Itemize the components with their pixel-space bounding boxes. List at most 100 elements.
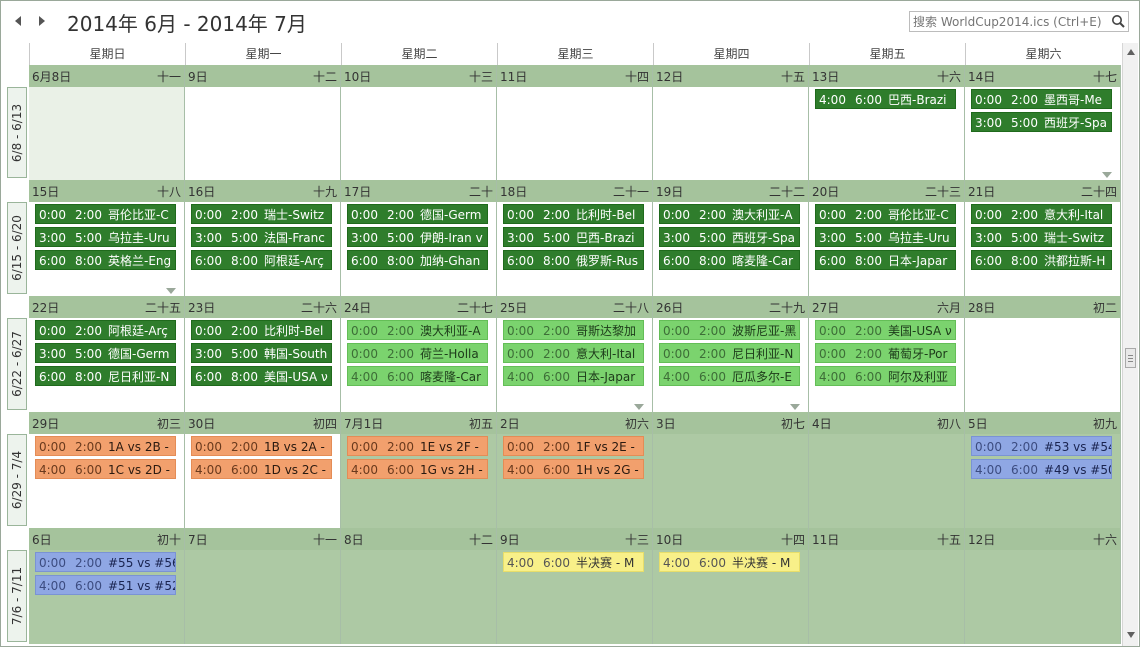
- day-header[interactable]: 19日 二十二: [653, 180, 808, 202]
- day-cell[interactable]: 11日 十五: [809, 528, 965, 644]
- calendar-event[interactable]: 3:00 5:00 德国-Germ: [35, 343, 176, 363]
- day-cell[interactable]: 21日 二十四 0:00 2:00 意大利-Ital 3:00 5:00 瑞士-Switz 6:…: [965, 180, 1121, 296]
- calendar-event[interactable]: 0:00 2:00 比利时-Bel: [503, 204, 644, 224]
- scroll-down-arrow-icon[interactable]: [1127, 632, 1135, 638]
- day-header[interactable]: 11日 十五: [809, 528, 964, 550]
- calendar-event[interactable]: 4:00 6:00 #51 vs #52: [35, 575, 176, 595]
- calendar-event[interactable]: 6:00 8:00 喀麦隆-Car: [659, 250, 800, 270]
- day-header[interactable]: 8日 十二: [341, 528, 496, 550]
- day-cell[interactable]: 6月8日 十一: [29, 65, 185, 180]
- day-header[interactable]: 28日 初二: [965, 296, 1120, 318]
- day-header[interactable]: 29日 初三: [29, 412, 184, 434]
- calendar-event[interactable]: 4:00 6:00 1H vs 2G -: [503, 459, 644, 479]
- calendar-event[interactable]: 4:00 6:00 1D vs 2C -: [191, 459, 332, 479]
- day-cell[interactable]: 12日 十五: [653, 65, 809, 180]
- calendar-event[interactable]: 0:00 2:00 澳大利亚-A: [347, 320, 488, 340]
- day-cell[interactable]: 28日 初二: [965, 296, 1121, 412]
- day-header[interactable]: 22日 二十五: [29, 296, 184, 318]
- day-header[interactable]: 10日 十四: [653, 528, 808, 550]
- calendar-event[interactable]: 3:00 5:00 韩国-South: [191, 343, 332, 363]
- calendar-event[interactable]: 0:00 2:00 波斯尼亚-黑: [659, 320, 800, 340]
- day-cell[interactable]: 26日 二十九 0:00 2:00 波斯尼亚-黑 0:00 2:00 尼日利亚-N 4:00 6:…: [653, 296, 809, 412]
- calendar-event[interactable]: 0:00 2:00 比利时-Bel: [191, 320, 332, 340]
- day-cell[interactable]: 23日 二十六 0:00 2:00 比利时-Bel 3:00 5:00 韩国-South 6:0…: [185, 296, 341, 412]
- more-events-arrow-icon[interactable]: [634, 404, 644, 410]
- calendar-event[interactable]: 0:00 2:00 意大利-Ital: [971, 204, 1112, 224]
- day-header[interactable]: 25日 二十八: [497, 296, 652, 318]
- scroll-up-arrow-icon[interactable]: [1127, 49, 1135, 55]
- day-cell[interactable]: 29日 初三 0:00 2:00 1A vs 2B - 4:00 6:00 1C vs 2D …: [29, 412, 185, 528]
- calendar-event[interactable]: 3:00 5:00 巴西-Brazi: [503, 227, 644, 247]
- day-header[interactable]: 9日 十二: [185, 65, 340, 87]
- calendar-event[interactable]: 0:00 2:00 #55 vs #56: [35, 552, 176, 572]
- search-icon[interactable]: [1111, 14, 1125, 31]
- day-header[interactable]: 4日 初八: [809, 412, 964, 434]
- day-header[interactable]: 18日 二十一: [497, 180, 652, 202]
- calendar-event[interactable]: 0:00 2:00 荷兰-Holla: [347, 343, 488, 363]
- calendar-event[interactable]: 0:00 2:00 墨西哥-Me: [971, 89, 1112, 109]
- week-label[interactable]: 6/15 - 6/20: [7, 202, 27, 294]
- week-label[interactable]: 6/8 - 6/13: [7, 87, 27, 178]
- day-cell[interactable]: 11日 十四: [497, 65, 653, 180]
- calendar-event[interactable]: 0:00 2:00 哥斯达黎加: [503, 320, 644, 340]
- day-header[interactable]: 7日 十一: [185, 528, 340, 550]
- day-header[interactable]: 26日 二十九: [653, 296, 808, 318]
- calendar-event[interactable]: 6:00 8:00 阿根廷-Arç: [191, 250, 332, 270]
- day-cell[interactable]: 22日 二十五 0:00 2:00 阿根廷-Arç 3:00 5:00 德国-Germ 6:00…: [29, 296, 185, 412]
- day-header[interactable]: 10日 十三: [341, 65, 496, 87]
- calendar-event[interactable]: 4:00 6:00 日本-Japar: [503, 366, 644, 386]
- calendar-event[interactable]: 4:00 6:00 半决赛 - M: [503, 552, 644, 572]
- next-arrow-icon[interactable]: [35, 13, 49, 29]
- calendar-event[interactable]: 0:00 2:00 意大利-Ital: [503, 343, 644, 363]
- week-label[interactable]: 6/22 - 6/27: [7, 318, 27, 410]
- day-cell[interactable]: 8日 十二: [341, 528, 497, 644]
- day-header[interactable]: 2日 初六: [497, 412, 652, 434]
- calendar-event[interactable]: 0:00 2:00 #53 vs #54: [971, 436, 1112, 456]
- calendar-event[interactable]: 6:00 8:00 加纳-Ghan: [347, 250, 488, 270]
- day-header[interactable]: 21日 二十四: [965, 180, 1120, 202]
- vertical-scrollbar[interactable]: [1122, 43, 1138, 646]
- day-header[interactable]: 27日 六月: [809, 296, 964, 318]
- calendar-event[interactable]: 4:00 6:00 喀麦隆-Car: [347, 366, 488, 386]
- day-cell[interactable]: 6日 初十 0:00 2:00 #55 vs #56 4:00 6:00 #51 vs #52: [29, 528, 185, 644]
- search-input[interactable]: [910, 12, 1105, 31]
- more-events-arrow-icon[interactable]: [1102, 172, 1112, 178]
- calendar-event[interactable]: 0:00 2:00 1B vs 2A -: [191, 436, 332, 456]
- calendar-event[interactable]: 0:00 2:00 美国-USA ν: [815, 320, 956, 340]
- day-cell[interactable]: 10日 十三: [341, 65, 497, 180]
- calendar-event[interactable]: 3:00 5:00 乌拉圭-Uru: [815, 227, 956, 247]
- week-label[interactable]: 6/29 - 7/4: [7, 434, 27, 526]
- more-events-arrow-icon[interactable]: [790, 404, 800, 410]
- day-header[interactable]: 9日 十三: [497, 528, 652, 550]
- day-cell[interactable]: 7日 十一: [185, 528, 341, 644]
- calendar-event[interactable]: 0:00 2:00 阿根廷-Arç: [35, 320, 176, 340]
- day-header[interactable]: 7月1日 初五: [341, 412, 496, 434]
- calendar-event[interactable]: 0:00 2:00 哥伦比亚-C: [35, 204, 176, 224]
- calendar-event[interactable]: 3:00 5:00 法国-Franc: [191, 227, 332, 247]
- scroll-thumb[interactable]: [1125, 348, 1136, 368]
- day-cell[interactable]: 18日 二十一 0:00 2:00 比利时-Bel 3:00 5:00 巴西-Brazi 6:0…: [497, 180, 653, 296]
- calendar-event[interactable]: 6:00 8:00 美国-USA ν: [191, 366, 332, 386]
- day-cell[interactable]: 16日 十九 0:00 2:00 瑞士-Switz 3:00 5:00 法国-Franc 6:0…: [185, 180, 341, 296]
- day-cell[interactable]: 30日 初四 0:00 2:00 1B vs 2A - 4:00 6:00 1D vs 2C …: [185, 412, 341, 528]
- calendar-event[interactable]: 0:00 2:00 尼日利亚-N: [659, 343, 800, 363]
- day-cell[interactable]: 19日 二十二 0:00 2:00 澳大利亚-A 3:00 5:00 西班牙-Spa 6:00 8…: [653, 180, 809, 296]
- day-header[interactable]: 15日 十八: [29, 180, 184, 202]
- calendar-event[interactable]: 4:00 6:00 阿尔及利亚: [815, 366, 956, 386]
- day-header[interactable]: 17日 二十: [341, 180, 496, 202]
- day-cell[interactable]: 27日 六月 0:00 2:00 美国-USA ν 0:00 2:00 葡萄牙-Por 4:00…: [809, 296, 965, 412]
- day-cell[interactable]: 3日 初七: [653, 412, 809, 528]
- day-header[interactable]: 23日 二十六: [185, 296, 340, 318]
- calendar-event[interactable]: 6:00 8:00 洪都拉斯-H: [971, 250, 1112, 270]
- calendar-event[interactable]: 0:00 2:00 1A vs 2B -: [35, 436, 176, 456]
- calendar-event[interactable]: 6:00 8:00 俄罗斯-Rus: [503, 250, 644, 270]
- day-cell[interactable]: 2日 初六 0:00 2:00 1F vs 2E - 4:00 6:00 1H vs 2G -: [497, 412, 653, 528]
- day-cell[interactable]: 5日 初九 0:00 2:00 #53 vs #54 4:00 6:00 #49 vs #50: [965, 412, 1121, 528]
- search-box[interactable]: [909, 11, 1129, 32]
- day-header[interactable]: 12日 十六: [965, 528, 1120, 550]
- day-header[interactable]: 13日 十六: [809, 65, 964, 87]
- calendar-event[interactable]: 4:00 6:00 1C vs 2D -: [35, 459, 176, 479]
- day-cell[interactable]: 10日 十四 4:00 6:00 半决赛 - M: [653, 528, 809, 644]
- day-cell[interactable]: 15日 十八 0:00 2:00 哥伦比亚-C 3:00 5:00 乌拉圭-Uru 6:00 8:…: [29, 180, 185, 296]
- calendar-event[interactable]: 3:00 5:00 乌拉圭-Uru: [35, 227, 176, 247]
